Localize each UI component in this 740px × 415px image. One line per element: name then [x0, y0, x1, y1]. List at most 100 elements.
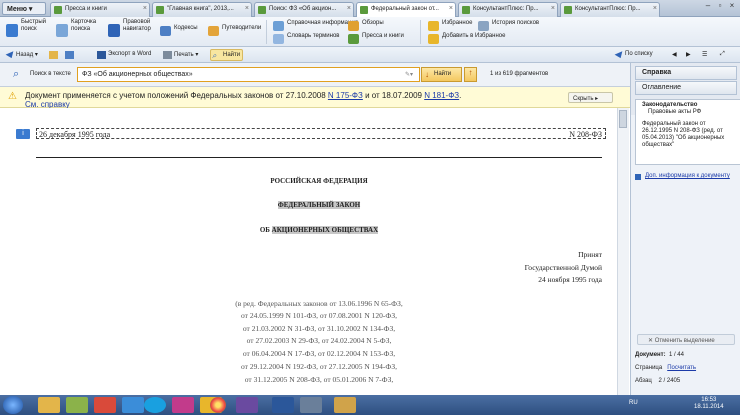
restore-icon[interactable]: ▫ [715, 1, 725, 11]
guides-button[interactable]: Путеводители [208, 25, 261, 38]
close-window-icon[interactable]: × [727, 1, 737, 11]
edition-line[interactable]: от 27.02.2003 N 29-ФЗ, от 24.02.2004 N 5… [36, 336, 602, 345]
edition-line[interactable]: от 24.05.1999 N 101-ФЗ, от 07.08.2001 N … [36, 311, 602, 320]
explorer-icon[interactable] [38, 397, 60, 413]
clock-date: 18.11.2014 [694, 404, 724, 410]
close-icon[interactable]: × [143, 5, 147, 12]
value: 1 / 44 [668, 352, 684, 358]
back-arrow-icon: ◀ [5, 49, 12, 59]
word-icon[interactable] [272, 397, 294, 413]
list-view-button[interactable]: ☰ [702, 49, 709, 61]
cancel-selection-button[interactable]: ✕ Отменить выделение [637, 334, 735, 345]
tab-press[interactable]: Пресса и книги × [50, 2, 150, 17]
list-arrow-icon: ◀ [614, 49, 621, 59]
tab-consultant-2[interactable]: КонсультантПлюс: Пр... × [560, 2, 660, 17]
favorites-button[interactable]: Избранное [428, 20, 472, 33]
save-button[interactable] [64, 49, 76, 61]
app-icon[interactable] [236, 397, 258, 413]
edition-line[interactable]: (в ред. Федеральных законов от 13.06.199… [36, 299, 602, 308]
button-label: Найти [434, 71, 452, 77]
clock[interactable]: 16:53 18.11.2014 [694, 397, 724, 411]
start-button[interactable] [3, 396, 23, 414]
press-books-button[interactable]: Пресса и книги [348, 33, 404, 46]
language-indicator[interactable]: RU [629, 400, 638, 406]
close-icon[interactable]: × [551, 5, 555, 12]
folder-icon [49, 51, 58, 59]
search-history-button[interactable]: История поисков [478, 20, 539, 33]
search-card-icon [56, 24, 68, 37]
value: 2 / 2405 [658, 378, 681, 384]
notice-text: Документ применяется с учетом положений … [25, 91, 545, 109]
search-input[interactable]: ФЗ «Об акционерных обществах» [77, 67, 420, 82]
vertical-scrollbar[interactable] [617, 108, 629, 395]
search-card-button[interactable]: Карточка поиска [56, 19, 98, 45]
by-list-button[interactable]: ◀ По списку [613, 49, 655, 61]
back-button[interactable]: ◀ Назад ▾ [4, 49, 40, 61]
button-label: Назад [16, 52, 34, 58]
tab-main-book[interactable]: "Главная книга", 2013,... × [152, 2, 252, 17]
expand-button[interactable]: ⤢ [720, 49, 727, 61]
toc-tab[interactable]: Оглавление [635, 81, 737, 95]
dropdown-icon[interactable]: ✎▾ [405, 71, 413, 78]
close-icon[interactable]: × [245, 5, 249, 12]
document-view[interactable]: i 26 декабря 1995 года N 208-ФЗ РОССИЙСК… [0, 108, 630, 395]
down-arrow-icon: ↓ [425, 70, 429, 79]
legal-navigator-button[interactable]: Правовой навигатор [108, 19, 156, 45]
tab-consultant-1[interactable]: КонсультантПлюс: Пр... × [458, 2, 558, 17]
more-info-link[interactable]: Доп. информация к документу [639, 173, 739, 180]
search-prev-button[interactable]: ↑ [464, 67, 477, 82]
button-label: Экспорт в Word [108, 51, 152, 57]
chrome-icon[interactable] [210, 397, 226, 413]
tab-federal-law[interactable]: Федеральный закон от... × [356, 2, 456, 17]
app-icon[interactable] [66, 397, 88, 413]
close-icon[interactable]: × [653, 5, 657, 12]
close-icon[interactable]: × [347, 5, 351, 12]
taskbar: RU 16:53 18.11.2014 [0, 395, 740, 415]
law-link-181[interactable]: N 181-ФЗ [424, 91, 459, 100]
fragment-counter: 1 из 619 фрагментов [490, 71, 549, 77]
section-title: Законодательство [642, 102, 698, 108]
press-icon [348, 34, 359, 44]
find-button[interactable]: ⌕ Найти [210, 49, 244, 61]
edition-line[interactable]: от 29.12.2004 N 192-ФЗ, от 27.12.2005 N … [36, 362, 602, 371]
menu-button[interactable]: Меню ▾ [2, 2, 46, 15]
hide-notice-button[interactable]: Скрыть ▸ [568, 92, 613, 103]
glossary-button[interactable]: Словарь терминов [273, 33, 340, 46]
close-icon[interactable]: × [449, 5, 453, 12]
law-title-heading: ОБ АКЦИОНЕРНЫХ ОБЩЕСТВАХ [36, 226, 602, 234]
info-icon[interactable]: i [16, 129, 30, 139]
minimize-icon[interactable]: – [703, 1, 713, 11]
app-icon[interactable] [334, 397, 356, 413]
prev-doc-button[interactable]: ◀ [672, 49, 679, 61]
ie-icon[interactable] [122, 397, 144, 413]
skype-icon[interactable] [144, 397, 166, 413]
codexes-button[interactable]: Кодексы [160, 25, 198, 38]
count-pages-link[interactable]: Посчитать [667, 365, 696, 371]
edition-line[interactable]: от 06.04.2004 N 17-ФЗ, от 02.12.2004 N 1… [36, 349, 602, 358]
open-folder-button[interactable] [48, 49, 60, 61]
glossary-icon [273, 34, 284, 44]
media-icon[interactable] [94, 397, 116, 413]
reference-tab[interactable]: Справка [635, 66, 737, 80]
next-doc-button[interactable]: ▶ [686, 49, 693, 61]
notice-text-part: Документ применяется с учетом положений … [25, 91, 328, 100]
divider [36, 157, 602, 158]
print-button[interactable]: Печать ▾ [162, 49, 200, 61]
viewer-icon[interactable] [172, 397, 194, 413]
button-label: Избранное [442, 20, 473, 26]
edition-line[interactable]: от 31.12.2005 N 208-ФЗ, от 05.01.2006 N … [36, 375, 602, 384]
app-icon[interactable] [300, 397, 322, 413]
law-link-175[interactable]: N 175-ФЗ [328, 91, 363, 100]
reference-info-button[interactable]: Справочная информация [273, 20, 358, 33]
reviews-button[interactable]: Обзоры [348, 20, 384, 33]
edition-line[interactable]: от 21.03.2002 N 31-ФЗ, от 31.10.2002 N 1… [36, 324, 602, 333]
paragraph-counter: Абзац 2 / 2405 [635, 378, 680, 384]
scrollbar-thumb[interactable] [619, 110, 627, 128]
tab-label: КонсультантПлюс: Пр... [473, 6, 539, 12]
quick-search-button[interactable]: Быстрый поиск [6, 19, 46, 45]
add-favorites-button[interactable]: Добавить в Избранное [428, 33, 505, 46]
search-find-button[interactable]: ↓ Найти [421, 67, 462, 82]
tab-search[interactable]: Поиск: ФЗ «Об акцион... × [254, 2, 354, 17]
tab-label: "Главная книга", 2013,... [167, 6, 234, 12]
export-word-button[interactable]: Экспорт в Word [96, 49, 153, 61]
